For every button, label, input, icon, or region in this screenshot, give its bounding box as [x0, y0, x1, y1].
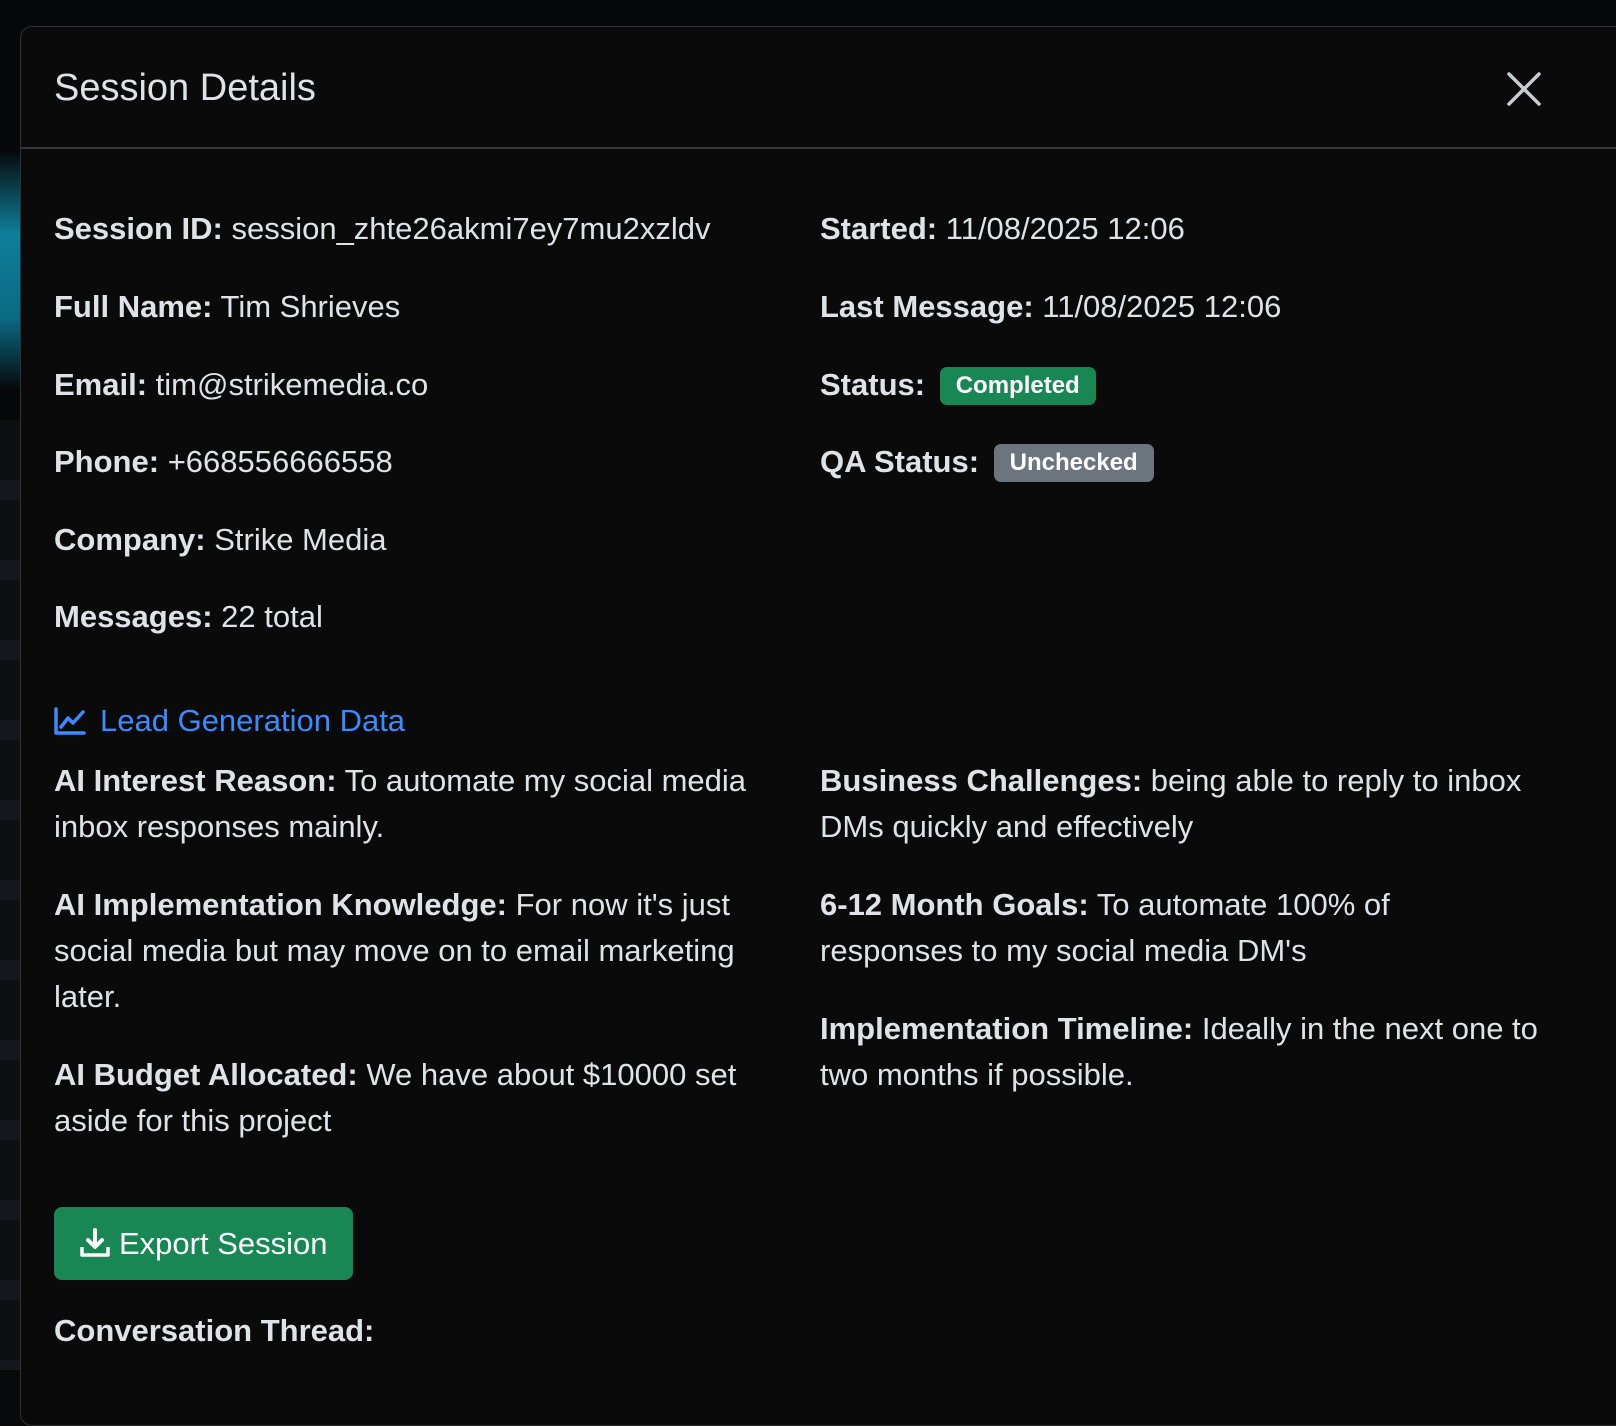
lead-generation-heading: Lead Generation Data [54, 699, 405, 743]
company-value: Strike Media [214, 522, 387, 557]
phone-value: +668556666558 [167, 444, 393, 479]
started-label: Started: [820, 211, 938, 246]
status-label: Status: [820, 367, 926, 402]
email-field: Email: tim@strikemedia.co [54, 365, 428, 405]
qa-status-badge: Unchecked [993, 444, 1154, 482]
company-label: Company: [54, 522, 206, 557]
messages-value: 22 total [221, 599, 323, 634]
conversation-thread-label: Conversation Thread: [54, 1313, 375, 1348]
lead-item: Implementation Timeline: Ideally in the … [820, 1006, 1540, 1098]
started-value: 11/08/2025 12:06 [945, 211, 1185, 246]
session-id-label: Session ID: [54, 211, 223, 246]
lead-heading-text: Lead Generation Data [100, 703, 406, 738]
last-message-field: Last Message: 11/08/2025 12:06 [820, 287, 1281, 327]
download-icon [80, 1228, 110, 1257]
status-badge: Completed [939, 367, 1096, 405]
modal-title: Session Details [54, 67, 316, 109]
export-session-label: Export Session [119, 1226, 328, 1261]
messages-field: Messages: 22 total [54, 597, 323, 637]
phone-label: Phone: [54, 444, 160, 479]
lead-item: AI Interest Reason: To automate my socia… [54, 758, 774, 850]
qa-status-label: QA Status: [820, 444, 980, 479]
started-field: Started: 11/08/2025 12:06 [820, 209, 1185, 249]
last-message-label: Last Message: [820, 289, 1034, 324]
export-session-button[interactable]: Export Session [54, 1207, 353, 1280]
full-name-label: Full Name: [54, 289, 213, 324]
email-label: Email: [54, 367, 148, 402]
session-id-value: session_zhte26akmi7ey7mu2xzldv [231, 211, 711, 246]
lead-item: AI Budget Allocated: We have about $1000… [54, 1052, 774, 1144]
lead-label: AI Implementation Knowledge: [54, 887, 507, 922]
lead-right-column: Business Challenges: being able to reply… [820, 758, 1540, 1130]
lead-item: 6-12 Month Goals: To automate 100% of re… [820, 882, 1540, 974]
full-name-value: Tim Shrieves [220, 289, 401, 324]
lead-label: AI Interest Reason: [54, 763, 337, 798]
lead-label: 6-12 Month Goals: [820, 887, 1089, 922]
session-id-field: Session ID: session_zhte26akmi7ey7mu2xzl… [54, 209, 711, 249]
close-icon [1507, 72, 1541, 106]
lead-label: Implementation Timeline: [820, 1011, 1194, 1046]
close-button[interactable] [1504, 69, 1544, 109]
modal-body: Session ID: session_zhte26akmi7ey7mu2xzl… [54, 149, 1554, 1348]
lead-item: Business Challenges: being able to reply… [820, 758, 1540, 850]
full-name-field: Full Name: Tim Shrieves [54, 287, 400, 327]
lead-label: AI Budget Allocated: [54, 1057, 358, 1092]
phone-field: Phone: +668556666558 [54, 442, 393, 482]
last-message-value: 11/08/2025 12:06 [1042, 289, 1282, 324]
modal-header: Session Details [21, 27, 1616, 149]
qa-status-field: QA Status: Unchecked [820, 442, 1154, 482]
session-info-grid: Session ID: session_zhte26akmi7ey7mu2xzl… [54, 149, 1554, 634]
lead-label: Business Challenges: [820, 763, 1143, 798]
company-field: Company: Strike Media [54, 520, 387, 560]
line-chart-icon [54, 707, 86, 735]
lead-left-column: AI Interest Reason: To automate my socia… [54, 758, 774, 1176]
backdrop-strip [0, 420, 22, 1370]
session-details-modal: Session Details Session ID: session_zhte… [20, 26, 1616, 1426]
email-value: tim@strikemedia.co [155, 367, 429, 402]
lead-item: AI Implementation Knowledge: For now it'… [54, 882, 774, 1020]
messages-label: Messages: [54, 599, 213, 634]
status-field: Status: Completed [820, 365, 1096, 405]
